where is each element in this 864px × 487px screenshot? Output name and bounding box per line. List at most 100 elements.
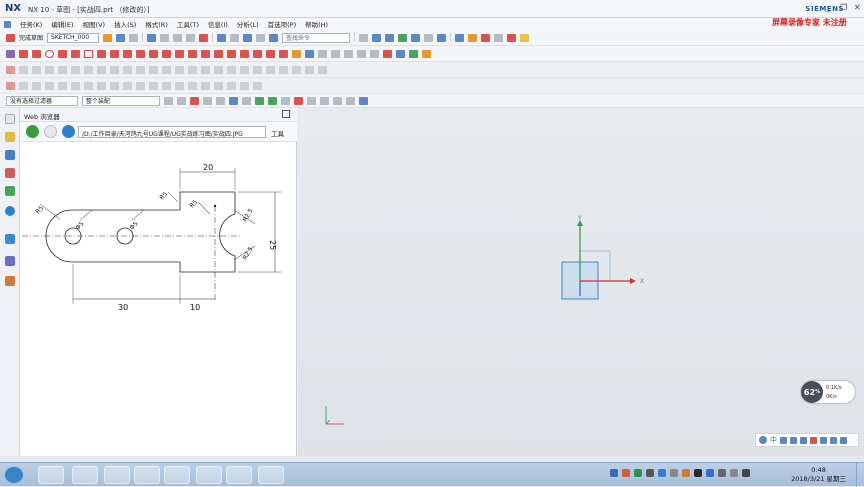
snap-polar-icon[interactable] [359,96,368,105]
mirror-feature-icon[interactable] [214,65,223,74]
window-icon[interactable] [269,33,279,42]
group-face-icon[interactable] [253,81,262,90]
select-all-icon[interactable] [177,96,186,105]
datum-axis-icon[interactable] [318,65,327,74]
snap-control-icon[interactable] [281,96,290,105]
calculator-icon[interactable] [196,466,222,484]
resize-curve-icon[interactable] [266,49,275,58]
datum-plane-icon[interactable] [305,65,314,74]
relations-browser-icon[interactable] [383,49,392,58]
show-desktop-button[interactable] [856,463,864,487]
sketch-curve-icon[interactable] [6,65,15,74]
circle-icon[interactable] [45,49,54,58]
menu-view[interactable]: 视图(V) [83,19,106,29]
tray-icon[interactable] [610,469,618,477]
snap-center-icon[interactable] [307,96,316,105]
fillet-icon[interactable] [58,49,67,58]
boss-icon[interactable] [71,65,80,74]
offset-curve-icon[interactable] [136,49,145,58]
sketch-name-select[interactable]: SKETCH_000 [47,32,100,43]
volume-icon[interactable] [742,469,750,477]
selection-scope-select[interactable]: 整个装配 [82,95,160,106]
delete-icon[interactable] [199,33,209,42]
graphics-window[interactable]: Y X [298,108,864,456]
convert-reference-icon[interactable] [357,49,366,58]
radial-dimension-icon[interactable] [240,81,249,90]
point-icon[interactable] [110,49,119,58]
lasso-icon[interactable] [203,96,212,105]
tray-icon[interactable] [646,469,654,477]
fit-view-icon[interactable] [372,33,382,42]
chamfer-feature-icon[interactable] [162,65,171,74]
system-materials-icon[interactable] [5,256,15,266]
undo-icon[interactable] [217,33,227,42]
paste-face-icon[interactable] [110,81,119,90]
edge-blend-icon[interactable] [149,65,158,74]
ime-logo-icon[interactable] [759,436,767,444]
shell-icon[interactable] [175,65,184,74]
snap-on-curve-icon[interactable] [346,96,355,105]
history-icon[interactable] [5,234,15,244]
app-menu-icon[interactable] [4,20,11,28]
tray-icon[interactable] [670,469,678,477]
paste-icon[interactable] [186,33,196,42]
forward-icon[interactable] [44,125,57,138]
spline-icon[interactable] [123,49,132,58]
tray-icon[interactable] [694,469,702,477]
move-curve-icon[interactable] [240,49,249,58]
ime-skin-icon[interactable] [820,436,827,444]
ime-punct-icon[interactable] [790,436,797,444]
corner-icon[interactable] [227,49,236,58]
system-clock[interactable]: 0:48 2018/3/21 星期三 [791,466,846,484]
shaded-icon[interactable] [398,33,408,42]
snap-quadrant-icon[interactable] [320,96,329,105]
refresh-icon[interactable] [62,125,75,138]
revolve-icon[interactable] [45,65,54,74]
trim-body-icon[interactable] [227,65,236,74]
show-constraints-icon[interactable] [331,49,340,58]
save-icon[interactable] [147,33,157,42]
pattern-face-icon[interactable] [136,81,145,90]
through-curves-icon[interactable] [292,65,301,74]
menu-task[interactable]: 任务(K) [20,19,42,29]
feature-select-icon[interactable] [190,96,199,105]
draft-icon[interactable] [188,65,197,74]
continuous-dimension-icon[interactable] [422,49,431,58]
angular-dimension-icon[interactable] [227,81,236,90]
start-button[interactable] [4,466,24,484]
render-style-icon[interactable] [385,33,395,42]
menu-analysis[interactable]: 分析(L) [237,19,259,29]
trim-icon[interactable] [201,49,210,58]
chamfer-icon[interactable] [71,49,80,58]
quick-pick-icon[interactable] [242,96,251,105]
menu-info[interactable]: 信息(I) [208,19,228,29]
intersection-icon[interactable] [175,49,184,58]
tools-menu[interactable]: 工具 [271,128,284,138]
reattach-icon[interactable] [116,33,126,42]
move-face-icon[interactable] [19,81,28,90]
resize-blend-icon[interactable] [71,81,80,90]
replace-face-icon[interactable] [58,81,67,90]
offset-region-icon[interactable] [45,81,54,90]
command-search-input[interactable]: 查找命令 [282,32,351,43]
split-body-icon[interactable] [240,65,249,74]
network-icon[interactable] [718,469,726,477]
rectangle-select-icon[interactable] [216,96,225,105]
orient-icon[interactable] [411,33,421,42]
inferred-constraints-icon[interactable] [396,49,405,58]
pocket-icon[interactable] [84,65,93,74]
notes-icon[interactable] [258,466,284,484]
url-input[interactable]: /D:/工作目录/天河鸽九号UG课程/UG实战练习图/实战四.JPG [78,126,266,138]
mirror-face-icon[interactable] [123,81,132,90]
repeat-command-icon[interactable] [243,33,253,42]
thicken-icon[interactable] [266,65,275,74]
rapid-dimension-icon[interactable] [292,49,301,58]
bird-icon[interactable] [164,466,190,484]
snap-existing-point-icon[interactable] [333,96,342,105]
part-navigator-icon[interactable] [5,132,15,142]
arc-icon[interactable] [32,49,41,58]
restore-button[interactable]: ❐ [840,3,847,12]
snap-icon[interactable] [455,33,465,42]
polygon-icon[interactable] [97,49,106,58]
make-parallel-icon[interactable] [188,81,197,90]
